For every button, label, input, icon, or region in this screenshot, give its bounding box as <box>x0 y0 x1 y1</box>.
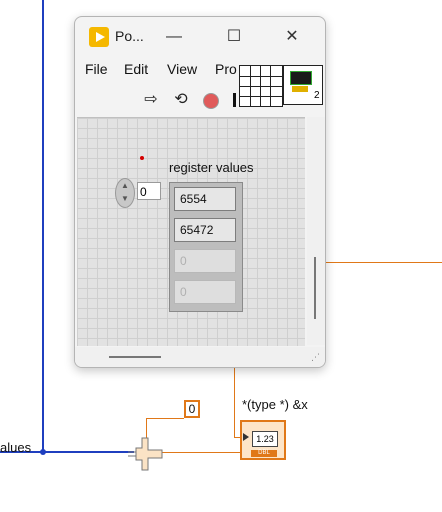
blue-wire-vertical[interactable] <box>42 0 44 452</box>
front-panel-window[interactable]: Po... — ☐ ✕ File Edit View Pro ⇨ ⟲ 2 reg… <box>74 16 326 368</box>
array-element-3[interactable]: 0 <box>174 280 236 304</box>
title-bar[interactable]: Po... — ☐ ✕ <box>75 17 325 57</box>
vertical-scrollbar[interactable] <box>307 117 325 345</box>
wire-label-left: alues <box>0 440 32 455</box>
front-panel-area[interactable]: register values ▲ ▼ 0 6554 65472 0 0 <box>77 117 305 346</box>
close-button[interactable]: ✕ <box>277 25 307 49</box>
connector-number: 2 <box>314 90 320 101</box>
vi-icon[interactable]: 2 <box>283 65 323 105</box>
typecast-label: *(type *) &x <box>242 397 308 412</box>
vi-icon-probe <box>292 86 308 92</box>
array-label: register values <box>169 160 254 175</box>
labview-app-icon <box>89 27 109 47</box>
array-index-control[interactable]: ▲ ▼ 0 <box>115 178 163 208</box>
minimize-button[interactable]: — <box>159 25 189 49</box>
orange-wire-to-typecast[interactable] <box>162 452 240 453</box>
menu-edit[interactable]: Edit <box>124 61 148 77</box>
menu-view[interactable]: View <box>167 61 197 77</box>
vertical-scroll-thumb[interactable] <box>314 257 316 319</box>
typecast-input-arrow <box>243 433 249 441</box>
typecast-footer: DBL <box>251 450 277 457</box>
typecast-indicator: 1.23 <box>252 431 278 447</box>
register-values-array[interactable]: 6554 65472 0 0 <box>169 182 243 312</box>
window-title: Po... <box>115 28 144 44</box>
array-element-2[interactable]: 0 <box>174 249 236 273</box>
run-continuously-icon[interactable]: ⟲ <box>171 89 191 111</box>
label-marker <box>140 156 144 160</box>
typecast-node[interactable]: 1.23 DBL <box>240 420 286 460</box>
menu-file[interactable]: File <box>85 61 108 77</box>
abort-icon[interactable] <box>201 89 221 111</box>
resize-grip-icon[interactable]: ⋰ <box>311 352 320 363</box>
maximize-button[interactable]: ☐ <box>219 25 249 49</box>
run-arrow-icon[interactable]: ⇨ <box>141 89 161 111</box>
array-element-0[interactable]: 6554 <box>174 187 236 211</box>
connector-pane-icon[interactable] <box>239 65 283 107</box>
orange-wire-right-exit[interactable] <box>322 262 442 263</box>
horizontal-scrollbar[interactable]: ⋰ <box>75 347 325 367</box>
wire-junction-dot <box>40 449 46 455</box>
index-value[interactable]: 0 <box>137 182 161 200</box>
vi-icon-graph <box>290 71 312 85</box>
index-spinner[interactable]: ▲ ▼ <box>115 178 135 208</box>
orange-wire-const-horizontal[interactable] <box>146 418 184 419</box>
array-element-1[interactable]: 65472 <box>174 218 236 242</box>
horizontal-scroll-thumb[interactable] <box>109 356 161 358</box>
numeric-constant[interactable]: 0 <box>184 400 200 418</box>
menu-project[interactable]: Pro <box>215 61 237 77</box>
unbundle-node-icon[interactable] <box>126 436 166 472</box>
pause-icon[interactable] <box>233 93 236 107</box>
orange-wire-from-panel[interactable] <box>234 366 235 438</box>
